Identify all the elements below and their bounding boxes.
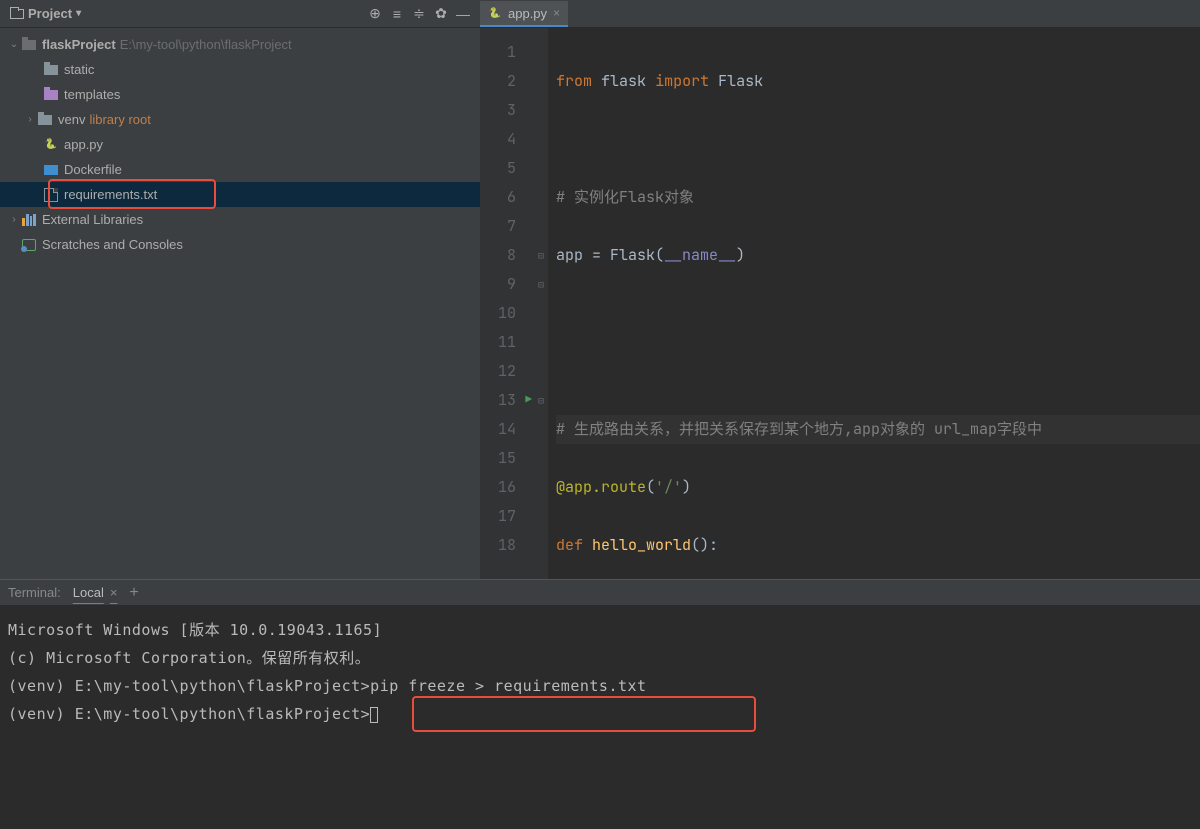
- folder-icon: [44, 90, 58, 100]
- add-terminal-button[interactable]: +: [129, 584, 138, 602]
- chevron-down-icon: ▾: [76, 8, 81, 19]
- python-file-icon: 🐍: [488, 6, 502, 20]
- close-icon[interactable]: ×: [110, 585, 118, 600]
- chevron-down-icon: ⌄: [6, 39, 22, 50]
- hide-icon[interactable]: —: [452, 3, 474, 25]
- terminal-line: Microsoft Windows [版本 10.0.19043.1165]: [8, 616, 1192, 644]
- sidebar-header: Project ▾ ⊕ ≡ ≑ ✿ —: [0, 0, 480, 28]
- project-selector[interactable]: Project ▾: [6, 4, 85, 23]
- tree-item-requirements[interactable]: requirements.txt: [0, 182, 480, 207]
- chevron-right-icon: ›: [6, 214, 22, 225]
- chevron-right-icon: ›: [22, 114, 38, 125]
- expand-all-icon[interactable]: ≡: [386, 3, 408, 25]
- locate-icon[interactable]: ⊕: [364, 3, 386, 25]
- terminal-cursor: [370, 707, 378, 723]
- project-icon: [10, 9, 24, 19]
- terminal-prompt: (venv) E:\my-tool\python\flaskProject>: [8, 700, 1192, 728]
- code-content[interactable]: from flask import Flask # 实例化Flask对象 app…: [548, 28, 1200, 579]
- root-path: E:\my-tool\python\flaskProject: [120, 37, 292, 52]
- tree-item-dockerfile[interactable]: Dockerfile: [0, 157, 480, 182]
- scratches-icon: [22, 239, 36, 251]
- line-gutter: 123456789101112131415161718: [480, 28, 534, 579]
- tree-item-static[interactable]: static: [0, 57, 480, 82]
- folder-icon: [38, 115, 52, 125]
- folder-icon: [44, 65, 58, 75]
- terminal-pane: Terminal: Local× + Microsoft Windows [版本…: [0, 579, 1200, 829]
- gear-icon[interactable]: ✿: [430, 3, 452, 25]
- terminal-line: (c) Microsoft Corporation。保留所有权利。: [8, 644, 1192, 672]
- tree-scratches[interactable]: Scratches and Consoles: [0, 232, 480, 257]
- terminal-line: (venv) E:\my-tool\python\flaskProject>pi…: [8, 672, 1192, 700]
- folder-icon: [22, 40, 36, 50]
- terminal-body[interactable]: Microsoft Windows [版本 10.0.19043.1165] (…: [0, 606, 1200, 829]
- editor-tabs: 🐍 app.py ×: [480, 0, 1200, 28]
- code-area[interactable]: 123456789101112131415161718 ⊟⊟⊟ from fla…: [480, 28, 1200, 579]
- python-file-icon: 🐍: [44, 138, 58, 152]
- terminal-label: Terminal:: [8, 585, 61, 600]
- text-file-icon: [44, 188, 58, 202]
- project-tree: ⌄ flaskProject E:\my-tool\python\flaskPr…: [0, 28, 480, 579]
- libraries-icon: [22, 214, 36, 226]
- tab-app-py[interactable]: 🐍 app.py ×: [480, 1, 568, 27]
- fold-gutter: ⊟⊟⊟: [534, 28, 548, 579]
- tree-item-app[interactable]: 🐍 app.py: [0, 132, 480, 157]
- project-sidebar: Project ▾ ⊕ ≡ ≑ ✿ — ⌄ flaskProject E:\my…: [0, 0, 480, 579]
- project-title: Project: [28, 6, 72, 21]
- tree-item-venv[interactable]: › venv library root: [0, 107, 480, 132]
- tree-item-templates[interactable]: templates: [0, 82, 480, 107]
- tree-root[interactable]: ⌄ flaskProject E:\my-tool\python\flaskPr…: [0, 32, 480, 57]
- tree-external-libraries[interactable]: › External Libraries: [0, 207, 480, 232]
- terminal-tab-local[interactable]: Local×: [73, 585, 118, 600]
- terminal-tabs: Terminal: Local× +: [0, 580, 1200, 606]
- root-name: flaskProject: [42, 37, 116, 52]
- editor-pane: 🐍 app.py × 123456789101112131415161718 ⊟…: [480, 0, 1200, 579]
- collapse-all-icon[interactable]: ≑: [408, 3, 430, 25]
- close-icon[interactable]: ×: [553, 6, 560, 20]
- docker-file-icon: [44, 165, 58, 175]
